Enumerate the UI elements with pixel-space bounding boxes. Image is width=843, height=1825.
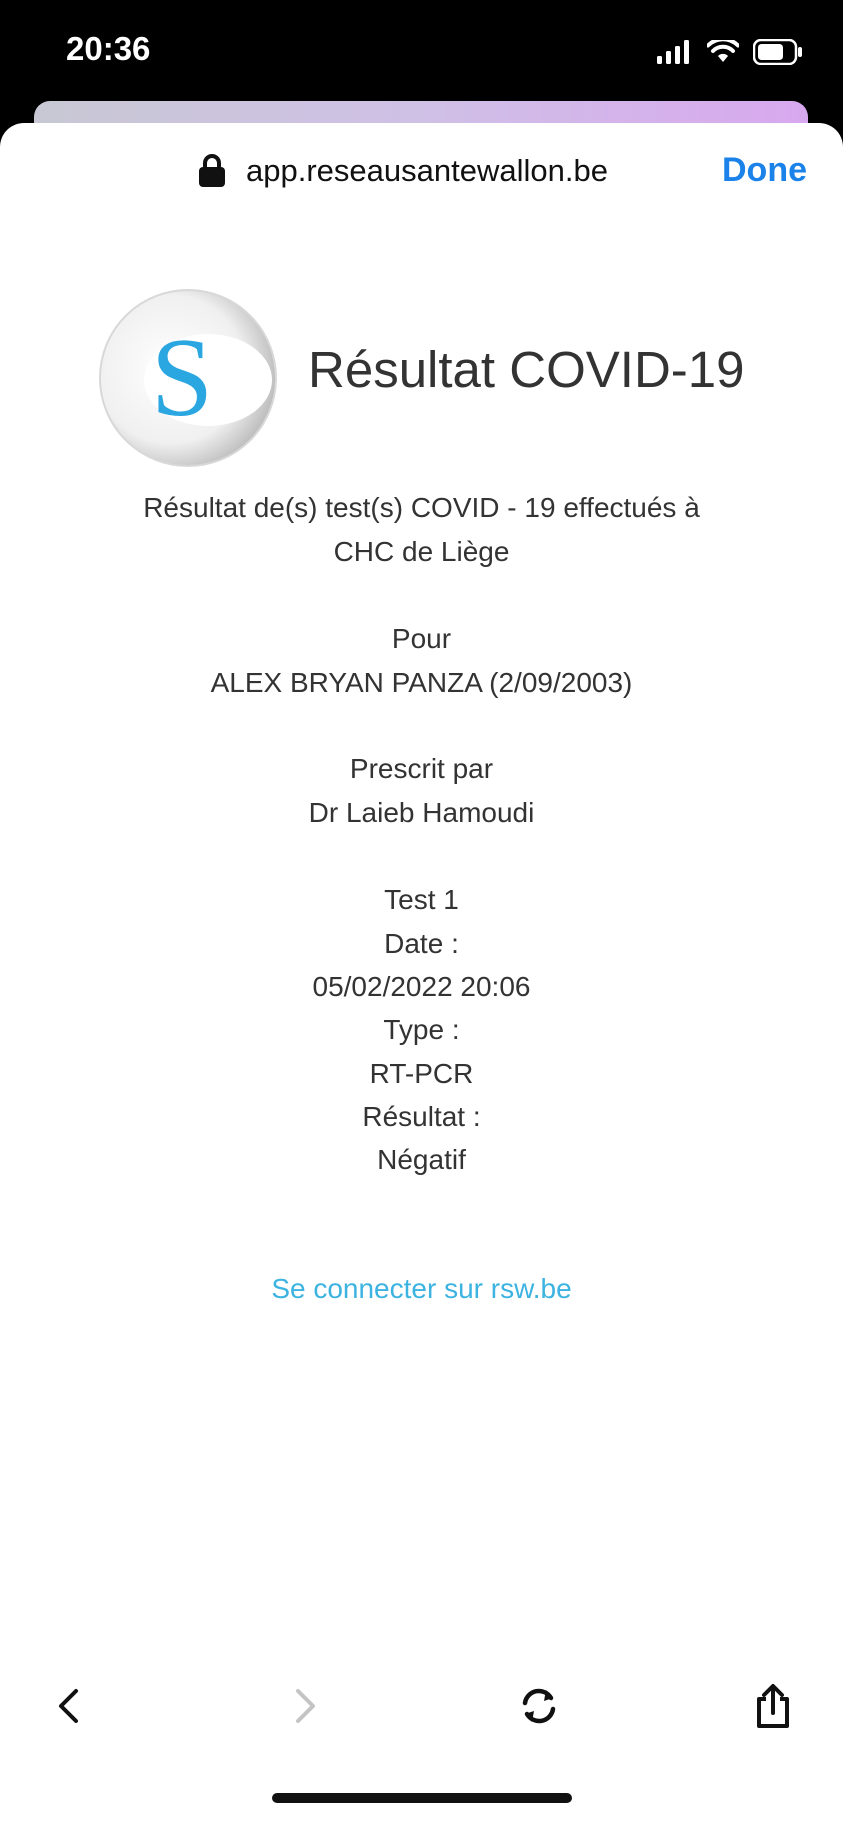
- done-button[interactable]: Done: [722, 151, 807, 190]
- url-bar: app.reseausantewallon.be Done: [0, 123, 843, 223]
- status-time: 20:36: [66, 30, 151, 67]
- page-title: Résultat COVID-19: [308, 341, 745, 398]
- result-value: Négatif: [377, 1144, 466, 1175]
- refresh-button[interactable]: [509, 1676, 569, 1736]
- status-icons: [657, 38, 803, 66]
- svg-text:S: S: [151, 316, 213, 440]
- status-bar: 20:36: [0, 0, 843, 110]
- share-icon: [757, 1684, 789, 1728]
- login-link[interactable]: Se connecter sur rsw.be: [0, 1273, 843, 1305]
- share-button[interactable]: [743, 1676, 803, 1736]
- patient-name: ALEX BRYAN PANZA (2/09/2003): [210, 667, 633, 698]
- browser-sheet: app.reseausantewallon.be Done S Résultat…: [0, 123, 843, 1825]
- intro-text: Résultat de(s) test(s) COVID - 19 effect…: [143, 492, 700, 523]
- type-label: Type :: [383, 1014, 460, 1045]
- type-value: RT-PCR: [369, 1058, 474, 1089]
- cellular-signal-icon: [657, 40, 689, 64]
- result-label: Résultat :: [362, 1101, 481, 1132]
- home-indicator: [272, 1793, 572, 1803]
- doctor-name: Dr Laieb Hamoudi: [308, 797, 535, 828]
- wifi-icon: [707, 40, 739, 62]
- forward-arrow-icon: [296, 1689, 315, 1723]
- prescribed-label: Prescrit par: [349, 753, 494, 784]
- forward-button[interactable]: [276, 1676, 336, 1736]
- back-button[interactable]: [38, 1676, 98, 1736]
- for-label: Pour: [391, 623, 452, 654]
- date-value: 05/02/2022 20:06: [312, 971, 531, 1002]
- battery-icon: [753, 39, 802, 65]
- back-arrow-icon: [59, 1689, 78, 1723]
- browser-toolbar: [0, 1658, 843, 1758]
- refresh-icon: [522, 1688, 556, 1724]
- lock-icon: [199, 154, 225, 187]
- date-label: Date :: [384, 928, 459, 959]
- url-text[interactable]: app.reseausantewallon.be: [246, 153, 608, 189]
- test-name: Test 1: [384, 884, 459, 915]
- rsw-logo: S: [99, 289, 277, 467]
- test-location: CHC de Liège: [333, 536, 510, 567]
